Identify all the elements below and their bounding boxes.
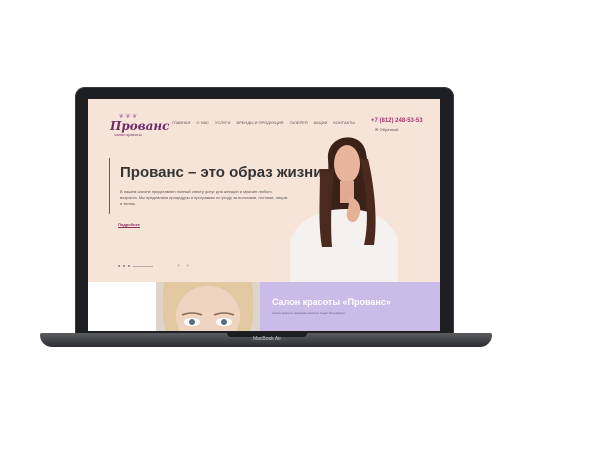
slider-indicator xyxy=(118,265,153,267)
slider-dot[interactable] xyxy=(123,265,125,267)
slider-arrows[interactable]: ‹ › xyxy=(178,263,192,269)
nav-item-contacts[interactable]: Контакты xyxy=(333,120,355,125)
nav-item-about[interactable]: О нас xyxy=(196,120,209,125)
nav-item-services[interactable]: Услуги xyxy=(215,120,231,125)
nav-item-promo[interactable]: Акции xyxy=(314,120,328,125)
logo-main: Прованс xyxy=(110,119,170,133)
slider-dot[interactable] xyxy=(118,265,120,267)
nav-item-gallery[interactable]: Галерея xyxy=(290,120,308,125)
laptop-model-label: MacBook Air xyxy=(252,336,282,342)
website-screen: ❦ ❦ ❦ Прованс салон красоты Главная О на… xyxy=(88,99,440,331)
nav-item-brands[interactable]: Бренды и продукция xyxy=(236,120,283,125)
logo[interactable]: ❦ ❦ ❦ Прованс салон красоты xyxy=(110,114,170,138)
slider-dot[interactable] xyxy=(128,265,130,267)
phone-number[interactable]: +7 (812) 248-53-53 xyxy=(371,118,423,124)
salon-subtitle: Салон красоты премиум-класса в Санкт-Пет… xyxy=(272,311,346,315)
logo-sub: салон красоты xyxy=(114,132,142,137)
hero-accent-bar xyxy=(109,158,110,214)
blonde-model-photo xyxy=(156,282,260,331)
nav-item-home[interactable]: Главная xyxy=(172,120,190,125)
hero-model-photo xyxy=(290,137,398,282)
main-nav: Главная О нас Услуги Бренды и продукция … xyxy=(172,120,355,125)
salon-title: Салон красоты «Прованс» xyxy=(272,297,391,307)
slider-progress-line xyxy=(133,265,153,267)
more-link[interactable]: Подробнее xyxy=(118,222,141,228)
hero-description: В нашем салоне представлен полный спектр… xyxy=(120,189,288,206)
